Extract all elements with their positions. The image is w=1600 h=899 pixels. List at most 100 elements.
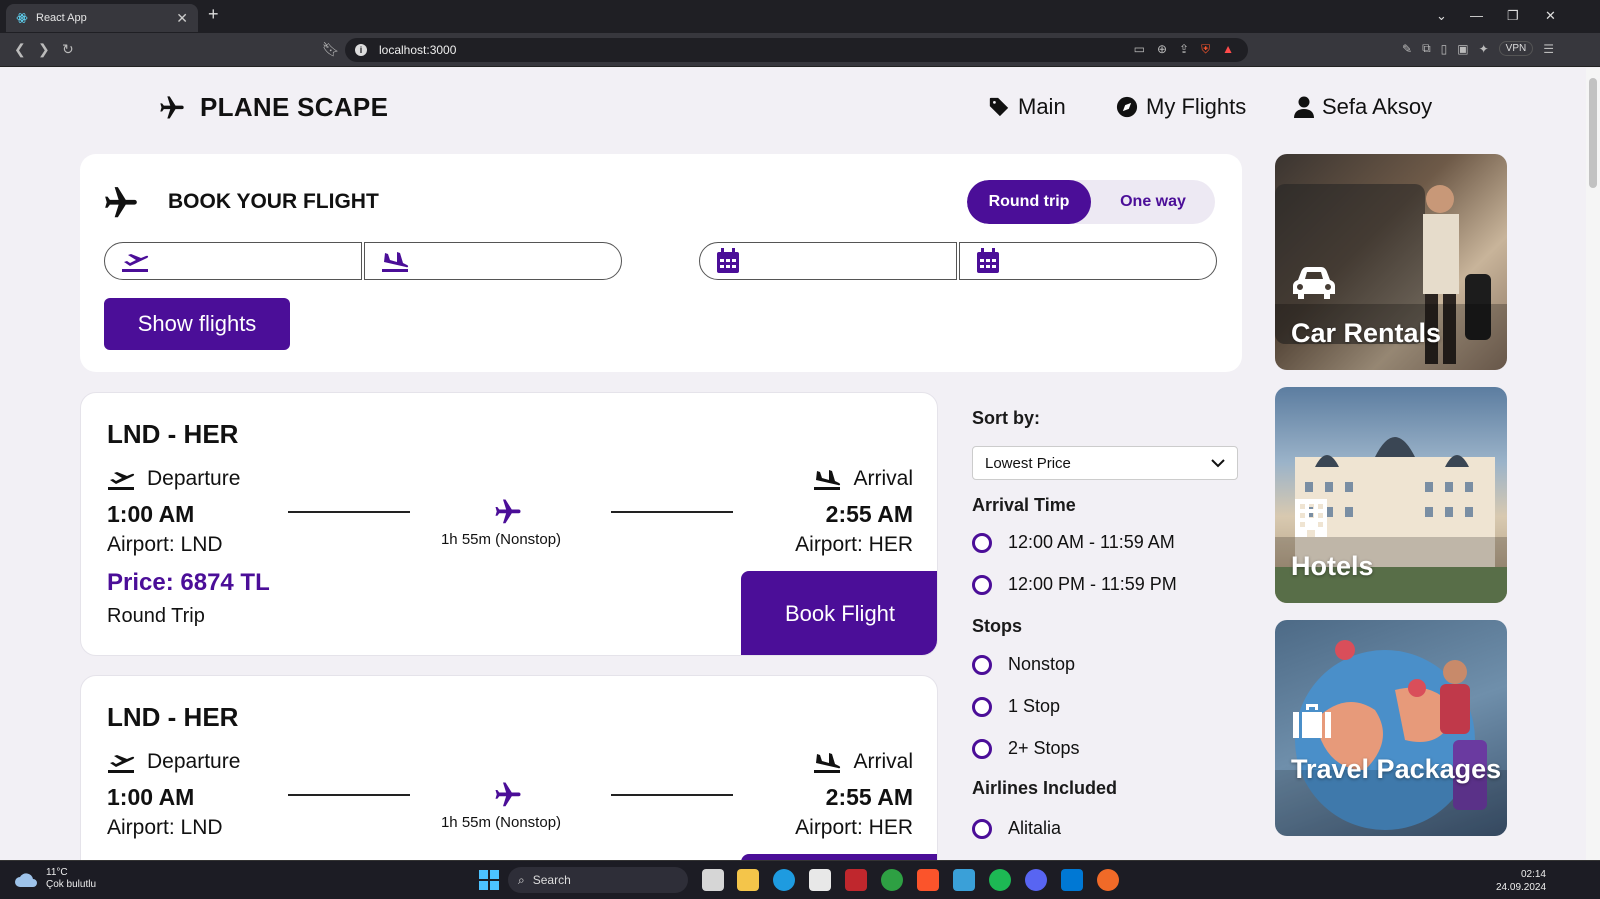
weather-widget[interactable]: 11°C Çok bulutlu <box>14 867 96 891</box>
takeoff-icon <box>121 250 149 272</box>
departure-label-text: Departure <box>147 750 241 773</box>
monitor-app-icon[interactable] <box>953 869 975 891</box>
plane-icon <box>102 184 140 222</box>
reload-icon[interactable]: ↻ <box>62 41 74 58</box>
stops-option[interactable]: 1 Stop <box>972 696 1060 717</box>
radio-button[interactable] <box>972 574 992 595</box>
car-rentals-label: Car Rentals <box>1291 318 1442 348</box>
site-info-icon[interactable]: i <box>355 44 367 56</box>
brand[interactable]: PLANE SCAPE <box>158 92 388 123</box>
browser-tab[interactable]: React App ✕ <box>6 4 198 32</box>
return-date-field[interactable] <box>959 242 1217 280</box>
restore-icon[interactable]: ❐ <box>1507 8 1519 24</box>
new-tab-button[interactable]: + <box>208 4 219 25</box>
vpn-button[interactable]: VPN <box>1498 41 1534 56</box>
cast-icon[interactable]: ▭ <box>1134 42 1145 57</box>
arrival-time-option[interactable]: 12:00 PM - 11:59 PM <box>972 574 1177 595</box>
system-clock[interactable]: 02:14 24.09.2024 <box>1496 868 1546 894</box>
option-label: 1 Stop <box>1008 696 1061 716</box>
landing-icon <box>813 751 841 773</box>
page-scrollbar[interactable] <box>1586 68 1600 860</box>
option-label: Nonstop <box>1008 654 1076 674</box>
arrival-time-option[interactable]: 12:00 AM - 11:59 AM <box>972 532 1175 553</box>
radio-button[interactable] <box>972 818 992 839</box>
route-line-right <box>611 794 733 796</box>
round-trip-button[interactable]: Round trip <box>967 180 1091 224</box>
book-flight-button[interactable]: Book Flight <box>741 571 937 655</box>
stops-option[interactable]: Nonstop <box>972 654 1075 675</box>
clock-date: 24.09.2024 <box>1496 882 1547 893</box>
departure-label: Departure <box>107 750 240 774</box>
nav-main[interactable]: Main <box>988 94 1066 120</box>
stops-heading: Stops <box>972 616 1023 636</box>
menu-icon[interactable]: ☰ <box>1543 42 1554 56</box>
discord-icon[interactable] <box>1025 869 1047 891</box>
landing-icon <box>813 468 841 490</box>
radio-button[interactable] <box>972 532 992 553</box>
zoom-icon[interactable]: ⊕ <box>1157 42 1167 57</box>
close-window-icon[interactable]: ✕ <box>1545 8 1556 24</box>
takeoff-icon <box>107 751 135 773</box>
spotify-icon[interactable] <box>989 869 1011 891</box>
hotels-card[interactable]: Hotels <box>1275 387 1507 603</box>
nav-my-flights[interactable]: My Flights <box>1116 94 1246 120</box>
store-icon[interactable] <box>809 869 831 891</box>
sort-label: Sort by: <box>972 408 1041 428</box>
radio-button[interactable] <box>972 654 992 675</box>
nav-user[interactable]: Sefa Aksoy <box>1294 94 1432 120</box>
extensions-icon[interactable]: ⧉ <box>1422 41 1431 56</box>
sort-select[interactable]: Lowest Price <box>972 446 1238 480</box>
clock-time: 02:14 <box>1520 869 1546 880</box>
flight-card: LND - HER Departure Arrival 1:00 AM 2:55… <box>80 675 938 860</box>
tab-list-icon[interactable]: ⌄ <box>1436 8 1447 24</box>
game-icon[interactable] <box>845 869 867 891</box>
xbox-icon[interactable] <box>881 869 903 891</box>
radio-button[interactable] <box>972 696 992 717</box>
brave-rewards-icon[interactable]: ▲ <box>1222 42 1234 57</box>
to-field[interactable] <box>364 242 622 280</box>
edge-icon[interactable] <box>773 869 795 891</box>
airline-option[interactable]: Alitalia <box>972 818 1061 839</box>
file-explorer-icon[interactable] <box>737 869 759 891</box>
user-icon <box>1294 96 1314 118</box>
one-way-button[interactable]: One way <box>1091 180 1215 224</box>
vscode-icon[interactable] <box>1061 869 1083 891</box>
windows-start-icon[interactable] <box>478 869 500 891</box>
taskbar-search[interactable]: ⌕ Search <box>508 867 688 893</box>
departure-airport: Airport: LND <box>107 533 223 556</box>
task-view-icon[interactable] <box>702 869 724 891</box>
sidebar-icon[interactable]: ▯ <box>1441 42 1448 56</box>
flight-card: LND - HER Departure Arrival 1:00 AM 2:55… <box>80 392 938 656</box>
brave-shield-icon[interactable]: ⛨ <box>1201 42 1210 57</box>
forward-icon[interactable]: ❯ <box>38 41 50 58</box>
url-bar[interactable]: i localhost:3000 ▭ ⊕ ⇪ ⛨ ▲ <box>345 38 1248 62</box>
wallet-icon[interactable]: ▣ <box>1457 42 1468 56</box>
leo-icon[interactable]: ✦ <box>1479 42 1489 56</box>
tag-icon <box>988 96 1010 118</box>
sort-value: Lowest Price <box>985 454 1071 472</box>
postman-icon[interactable] <box>1097 869 1119 891</box>
weather-text: Çok bulutlu <box>46 879 97 890</box>
takeoff-icon <box>107 468 135 490</box>
departure-label-text: Departure <box>147 467 241 490</box>
radio-button[interactable] <box>972 738 992 759</box>
stops-option[interactable]: 2+ Stops <box>972 738 1080 759</box>
scrollbar-thumb[interactable] <box>1589 78 1597 188</box>
bookmark-icon[interactable]: 🔖︎ <box>322 41 340 58</box>
pen-icon[interactable]: ✎ <box>1402 42 1412 56</box>
back-icon[interactable]: ❮ <box>14 41 26 58</box>
brave-icon[interactable] <box>917 869 939 891</box>
brand-name: PLANE SCAPE <box>200 92 389 122</box>
arrival-airport: Airport: HER <box>795 816 913 839</box>
close-tab-icon[interactable]: ✕ <box>176 10 188 27</box>
from-field[interactable] <box>104 242 362 280</box>
car-rentals-card[interactable]: Car Rentals <box>1275 154 1507 370</box>
minimize-icon[interactable]: — <box>1470 8 1483 23</box>
show-flights-button[interactable]: Show flights <box>104 298 290 350</box>
travel-packages-card[interactable]: Travel Packages <box>1275 620 1507 836</box>
nav-user-label: Sefa Aksoy <box>1322 94 1433 119</box>
departure-date-field[interactable] <box>699 242 957 280</box>
option-label: 12:00 PM - 11:59 PM <box>1008 574 1177 594</box>
share-icon[interactable]: ⇪ <box>1179 42 1189 57</box>
route-line-right <box>611 511 733 513</box>
